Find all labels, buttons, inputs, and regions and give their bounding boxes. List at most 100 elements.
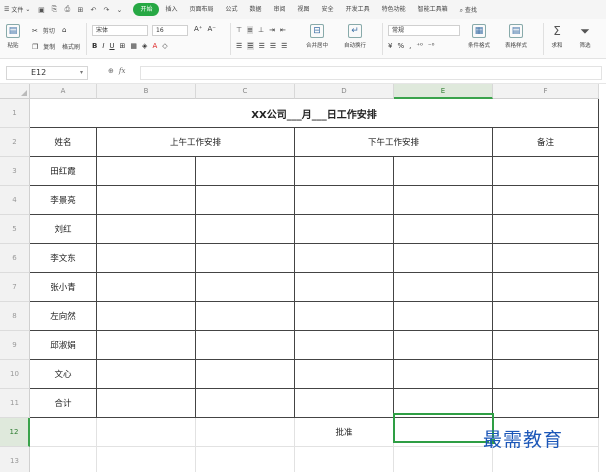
cell[interactable] xyxy=(97,418,196,447)
schedule-cell[interactable] xyxy=(295,331,394,360)
paste-button[interactable]: ▤ 粘贴 xyxy=(6,24,20,49)
schedule-cell[interactable] xyxy=(196,331,295,360)
font-size-select[interactable]: 16 xyxy=(152,25,188,36)
tab-smart-toolbox[interactable]: 智能工具箱 xyxy=(412,3,454,16)
row-header[interactable]: 4 xyxy=(0,186,30,215)
customize-chevron-icon[interactable]: ⌄ xyxy=(114,5,124,15)
row-header[interactable]: 2 xyxy=(0,128,30,157)
name-cell[interactable]: 合计 xyxy=(30,389,97,418)
align-center-icon[interactable]: ☰ xyxy=(247,42,254,50)
number-format-select[interactable]: 常规 xyxy=(388,25,460,36)
bold-icon[interactable]: B xyxy=(92,42,97,50)
row-header[interactable]: 1 xyxy=(0,99,30,128)
format-painter-button[interactable]: 格式刷 xyxy=(62,42,80,51)
tab-security[interactable]: 安全 xyxy=(316,3,340,16)
column-header-b[interactable]: B xyxy=(97,84,196,99)
schedule-cell[interactable] xyxy=(196,186,295,215)
row-header[interactable]: 13 xyxy=(0,447,30,472)
schedule-cell[interactable] xyxy=(295,244,394,273)
align-top-icon[interactable]: ⊤ xyxy=(236,26,242,34)
schedule-cell[interactable] xyxy=(394,302,493,331)
schedule-cell[interactable] xyxy=(97,389,196,418)
empty-cell[interactable] xyxy=(30,447,97,472)
align-bottom-icon[interactable]: ⊥ xyxy=(258,26,264,34)
column-header-f[interactable]: F xyxy=(493,84,599,99)
tab-page-layout[interactable]: 页面布局 xyxy=(183,3,219,16)
save-icon[interactable]: ▣ xyxy=(36,5,46,15)
align-middle-icon[interactable]: ≡ xyxy=(247,26,253,34)
schedule-cell[interactable] xyxy=(394,273,493,302)
schedule-cell[interactable] xyxy=(493,331,599,360)
schedule-cell[interactable] xyxy=(493,302,599,331)
border-icon[interactable]: ▦ xyxy=(130,42,137,50)
schedule-cell[interactable] xyxy=(394,157,493,186)
schedule-cell[interactable] xyxy=(493,389,599,418)
row-header[interactable]: 9 xyxy=(0,331,30,360)
justify-icon[interactable]: ☰ xyxy=(270,42,276,50)
header-name-cell[interactable]: 姓名 xyxy=(30,128,97,157)
schedule-cell[interactable] xyxy=(295,360,394,389)
select-all-corner[interactable] xyxy=(0,84,30,99)
schedule-cell[interactable] xyxy=(196,389,295,418)
schedule-cell[interactable] xyxy=(196,302,295,331)
schedule-cell[interactable] xyxy=(493,186,599,215)
tab-insert[interactable]: 插入 xyxy=(159,3,183,16)
increase-font-icon[interactable]: A⁺ xyxy=(194,25,202,33)
redo-icon[interactable]: ↷ xyxy=(101,5,111,15)
empty-cell[interactable] xyxy=(394,447,493,472)
tab-data[interactable]: 数据 xyxy=(244,3,268,16)
cell[interactable] xyxy=(196,418,295,447)
schedule-cell[interactable] xyxy=(295,186,394,215)
schedule-cell[interactable] xyxy=(97,157,196,186)
tab-special-features[interactable]: 特色功能 xyxy=(376,3,412,16)
sum-button[interactable]: Σ 求和 xyxy=(550,24,564,49)
schedule-cell[interactable] xyxy=(394,360,493,389)
conditional-format-button[interactable]: ▦ 条件格式 xyxy=(468,24,490,49)
name-cell[interactable]: 刘红 xyxy=(30,215,97,244)
name-cell[interactable]: 文心 xyxy=(30,360,97,389)
undo-icon[interactable]: ↶ xyxy=(88,5,98,15)
schedule-cell[interactable] xyxy=(295,273,394,302)
row-header[interactable]: 12 xyxy=(0,418,30,447)
schedule-cell[interactable] xyxy=(295,157,394,186)
schedule-cell[interactable] xyxy=(196,360,295,389)
print-icon[interactable]: ⎙ xyxy=(62,5,72,15)
name-cell[interactable]: 邱淑娟 xyxy=(30,331,97,360)
schedule-cell[interactable] xyxy=(394,331,493,360)
name-cell[interactable]: 李景亮 xyxy=(30,186,97,215)
schedule-cell[interactable] xyxy=(394,186,493,215)
tab-formulas[interactable]: 公式 xyxy=(219,3,243,16)
export-icon[interactable]: ⎘ xyxy=(49,5,59,15)
header-notes-cell[interactable]: 备注 xyxy=(493,128,599,157)
schedule-cell[interactable] xyxy=(394,215,493,244)
print-preview-icon[interactable]: ⊞ xyxy=(75,5,85,15)
filter-button[interactable]: ⏷ 筛选 xyxy=(578,24,592,50)
search-button[interactable]: ⌕ 查找 xyxy=(460,5,477,15)
row-header[interactable]: 5 xyxy=(0,215,30,244)
column-header-a[interactable]: A xyxy=(30,84,97,99)
name-box[interactable]: E12 ▾ xyxy=(6,66,88,80)
row-header[interactable]: 8 xyxy=(0,302,30,331)
schedule-cell[interactable] xyxy=(97,360,196,389)
schedule-cell[interactable] xyxy=(196,244,295,273)
schedule-cell[interactable] xyxy=(493,157,599,186)
header-morning-cell[interactable]: 上午工作安排 xyxy=(97,128,295,157)
strikethrough-icon[interactable]: ⊞ xyxy=(120,42,126,50)
merge-center-button[interactable]: ⊟ 合并居中 xyxy=(306,24,328,49)
schedule-cell[interactable] xyxy=(295,389,394,418)
tab-view[interactable]: 视图 xyxy=(292,3,316,16)
table-style-button[interactable]: ▤ 表格样式 xyxy=(505,24,527,49)
schedule-cell[interactable] xyxy=(97,215,196,244)
formula-input[interactable] xyxy=(140,66,602,80)
tab-review[interactable]: 审阅 xyxy=(268,3,292,16)
underline-icon[interactable]: U xyxy=(109,42,114,50)
sheet-title-cell[interactable]: XX公司___月___日工作安排 xyxy=(30,99,599,128)
schedule-cell[interactable] xyxy=(97,273,196,302)
increase-decimal-icon[interactable]: ⁺⁰ xyxy=(416,42,423,50)
currency-icon[interactable]: ¥ xyxy=(388,42,392,50)
row-header[interactable]: 11 xyxy=(0,389,30,418)
row-header[interactable]: 6 xyxy=(0,244,30,273)
percent-icon[interactable]: % xyxy=(397,42,404,50)
fx-icon[interactable]: fx xyxy=(119,67,126,75)
font-name-select[interactable]: 宋体 xyxy=(92,25,148,36)
